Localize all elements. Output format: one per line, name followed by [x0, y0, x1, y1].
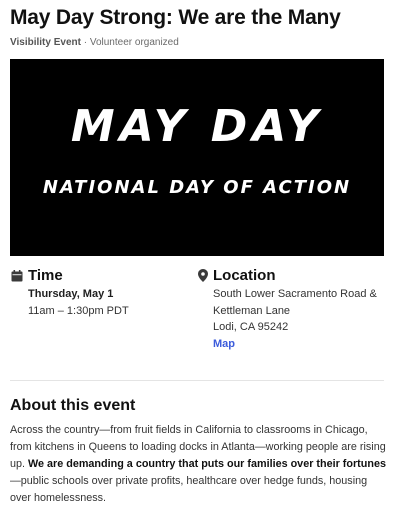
meta-separator: · — [80, 37, 90, 48]
event-banner-image: MAY DAY NATIONAL DAY OF ACTION — [10, 59, 384, 256]
location-address-line1: South Lower Sacramento Road & — [213, 288, 377, 300]
event-type: Visibility Event — [10, 37, 81, 48]
about-text-emphasis: We are demanding a country that puts our… — [28, 458, 386, 470]
about-heading: About this event — [10, 397, 136, 414]
time-heading: Time — [28, 267, 63, 284]
about-description: Across the country—from fruit fields in … — [10, 422, 388, 507]
event-title: May Day Strong: We are the Many — [10, 6, 341, 29]
event-date: Thursday, May 1 — [28, 288, 114, 300]
banner-headline: MAY DAY — [70, 101, 324, 152]
event-organizer: Volunteer organized — [89, 37, 179, 48]
calendar-icon — [11, 270, 23, 282]
event-meta: Visibility Event · Volunteer organized — [10, 37, 179, 48]
location-heading: Location — [213, 267, 276, 284]
section-divider — [10, 380, 384, 381]
banner-subheadline: NATIONAL DAY OF ACTION — [42, 177, 352, 198]
map-link[interactable]: Map — [213, 338, 235, 350]
event-hours: 11am – 1:30pm PDT — [28, 305, 129, 317]
location-address-line2: Kettleman Lane — [213, 305, 291, 317]
location-address-line3: Lodi, CA 95242 — [213, 321, 289, 333]
about-text-end: —public schools over private profits, he… — [10, 475, 368, 504]
location-pin-icon — [198, 269, 208, 282]
